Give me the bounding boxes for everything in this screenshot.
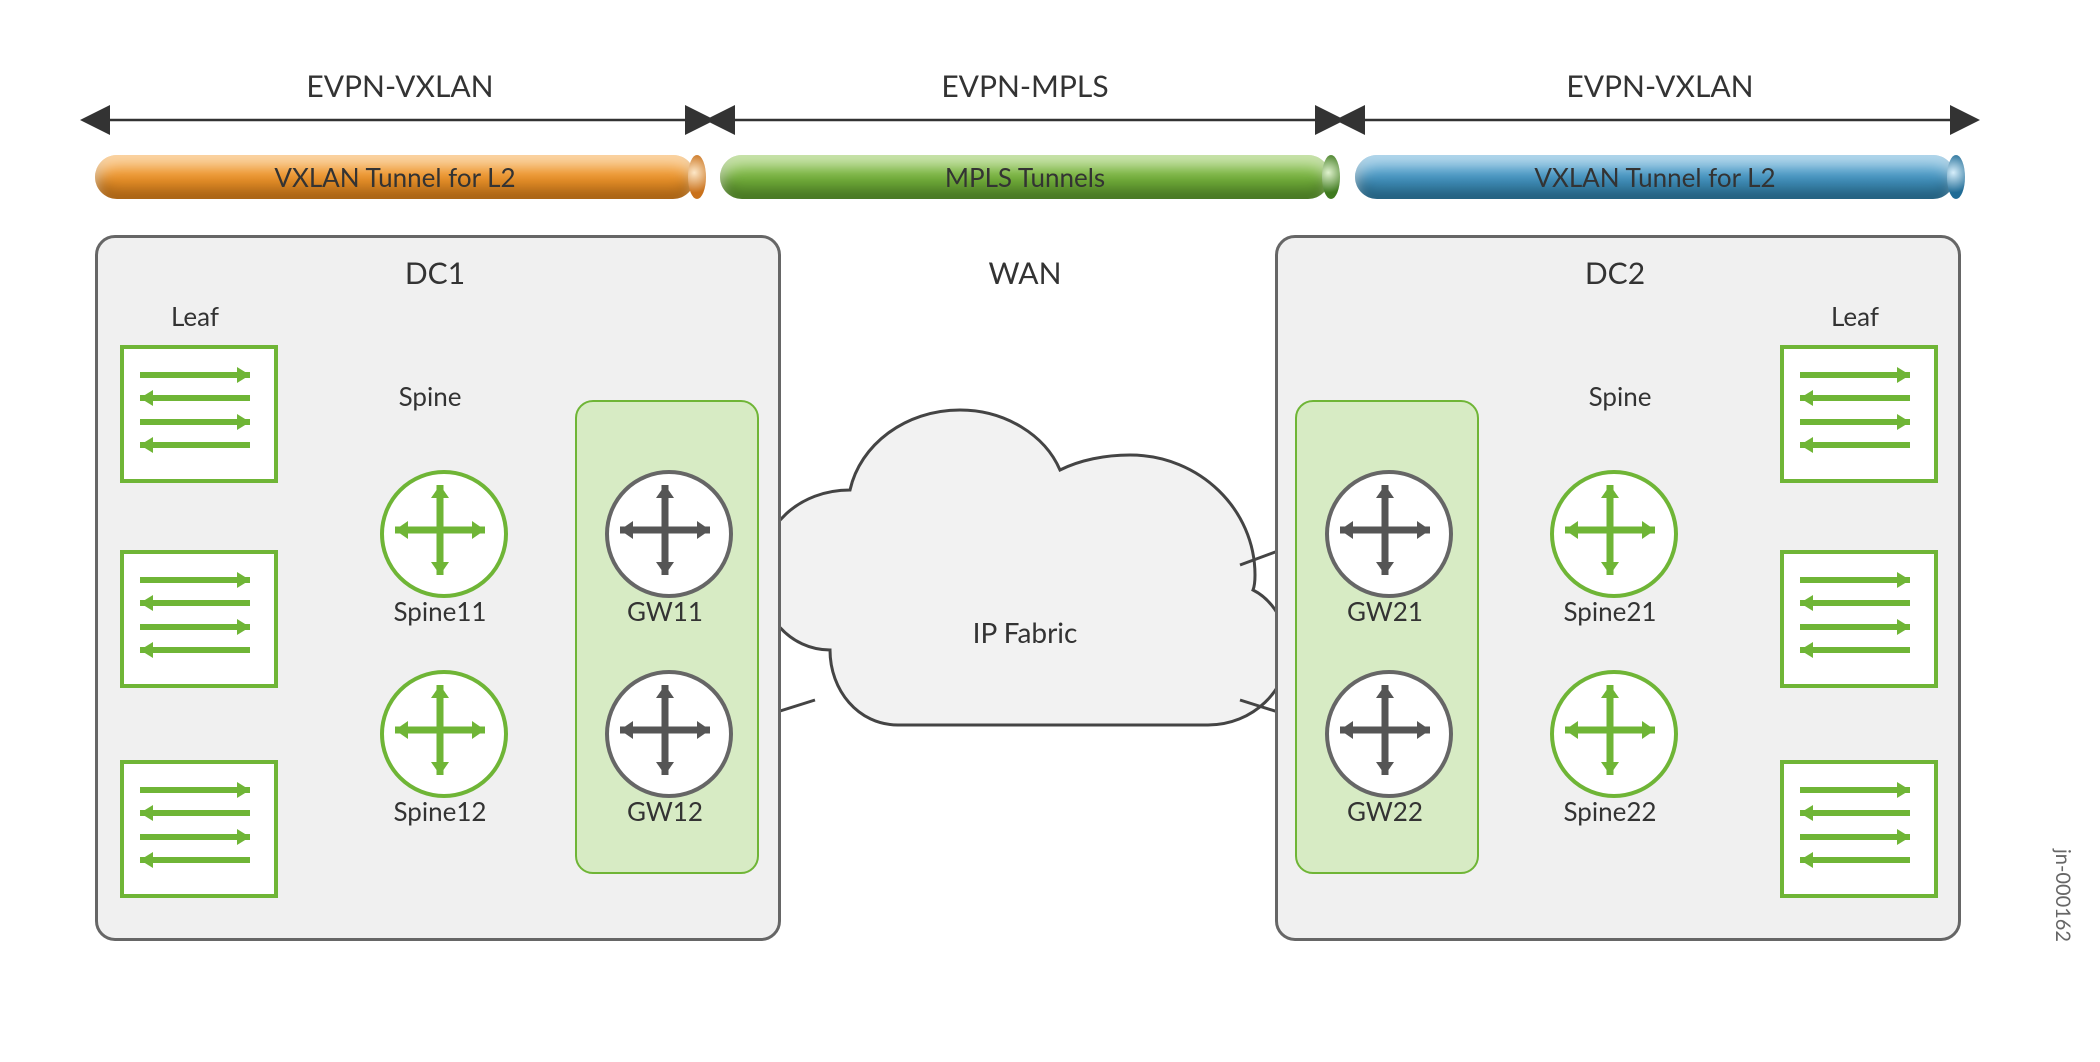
figure-id: jn-000162 <box>2051 849 2075 942</box>
diagram-root: EVPN-VXLAN EVPN-MPLS EVPN-VXLAN VXLAN Tu… <box>0 0 2100 1062</box>
device-glyph-layer <box>0 0 2100 1062</box>
